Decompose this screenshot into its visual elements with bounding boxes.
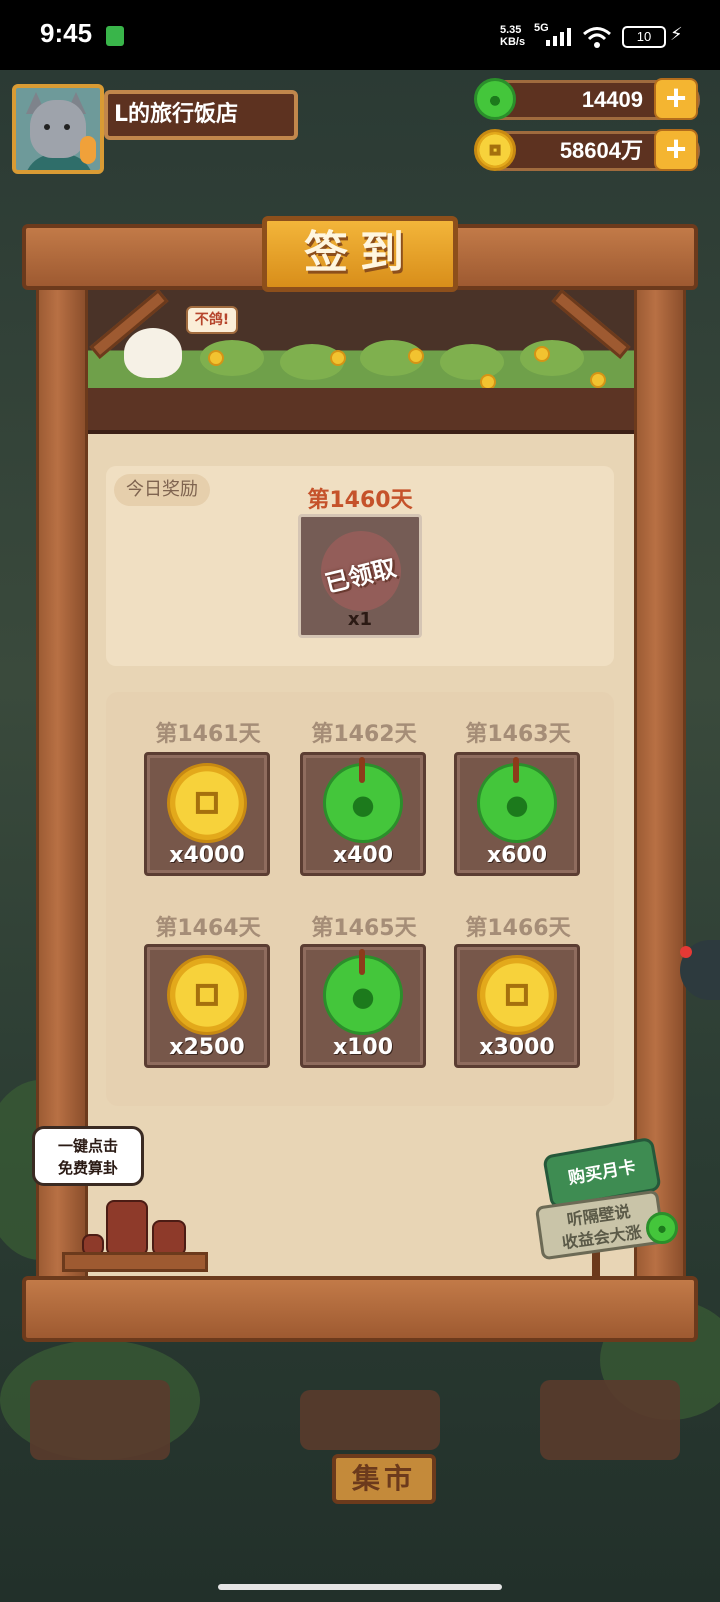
- today-day-label: 第1460天: [307, 488, 413, 513]
- garden-flower: [590, 372, 606, 388]
- charging-icon: ⚡: [670, 24, 683, 45]
- fortune-jar: [152, 1220, 186, 1256]
- avatar-carrot: [80, 136, 96, 164]
- garden-base: [88, 388, 634, 434]
- gold-coin-icon: [167, 763, 247, 843]
- net-speed: 5.35 KB/s: [500, 24, 525, 48]
- net-speed-unit: KB/s: [500, 36, 526, 48]
- market-button[interactable]: 集市: [332, 1454, 436, 1504]
- chick-mascot: [124, 328, 182, 378]
- market-stall: [540, 1380, 680, 1460]
- monthly-card-button[interactable]: 购买月卡 听隔壁说 收益会大涨: [534, 1136, 696, 1280]
- avatar-face: [30, 100, 86, 158]
- reward-qty: x600: [486, 843, 548, 868]
- garden-flower: [330, 350, 346, 366]
- net-speed-value: 5.35: [500, 24, 522, 36]
- reward-tile: x3000: [454, 944, 580, 1068]
- home-indicator[interactable]: [218, 1584, 502, 1590]
- gold-coin-icon: [474, 129, 516, 171]
- day-label: 第1463天: [465, 722, 571, 747]
- fortune-button[interactable]: 一键点击 免费算卦: [32, 1126, 208, 1276]
- signin-title: 签到: [262, 216, 458, 292]
- app-notification-icon: [106, 26, 124, 46]
- day-label: 第1466天: [465, 916, 571, 941]
- reward-tile: x400: [300, 752, 426, 876]
- garden-shrub: [520, 340, 584, 376]
- reward-tile: x100: [300, 944, 426, 1068]
- player-avatar[interactable]: [12, 84, 104, 174]
- notification-dot: [680, 946, 692, 958]
- reward-qty: x4000: [169, 843, 245, 868]
- signal-icon: [546, 28, 571, 46]
- jade-icon: [474, 78, 516, 120]
- reward-qty: x100: [332, 1035, 394, 1060]
- board-bottom-beam: [22, 1276, 698, 1342]
- garden-shrub: [440, 344, 504, 380]
- reward-tile: x2500: [144, 944, 270, 1068]
- gold-coin-icon: [477, 955, 557, 1035]
- reward-tile: x600: [454, 752, 580, 876]
- garden-flower: [408, 348, 424, 364]
- garden-flower: [534, 346, 550, 362]
- status-bar: 9:45 5.35 KB/s 5G 10 ⚡: [0, 0, 720, 70]
- jade-string: [513, 757, 519, 783]
- jade-icon: [646, 1212, 678, 1244]
- garden-flower: [208, 350, 224, 366]
- avatar-eye: [44, 124, 50, 130]
- day-label: 第1465天: [311, 916, 417, 941]
- market-stall: [30, 1380, 170, 1460]
- chick-speech-bubble: 不鸽!: [186, 306, 238, 334]
- day-label: 第1461天: [155, 722, 261, 747]
- today-reward-label: 今日奖励: [114, 474, 210, 506]
- shop-name: L的旅行饭店: [104, 90, 298, 140]
- fortune-shelf: [62, 1252, 208, 1272]
- fortune-bubble: 一键点击 免费算卦: [32, 1126, 144, 1186]
- fortune-line1: 一键点击: [57, 1137, 118, 1155]
- day-label: 第1462天: [311, 722, 417, 747]
- reward-qty: x2500: [169, 1035, 245, 1060]
- status-time: 9:45: [40, 18, 93, 48]
- jade-string: [359, 949, 365, 975]
- market-stall: [300, 1390, 440, 1450]
- wifi-icon: [583, 27, 611, 48]
- gold-coin-icon: [167, 955, 247, 1035]
- reward-qty: x400: [332, 843, 394, 868]
- add-gold-button[interactable]: +: [654, 129, 698, 171]
- avatar-eye: [64, 124, 70, 130]
- reward-qty: x3000: [479, 1035, 555, 1060]
- fortune-jar: [106, 1200, 148, 1256]
- reward-tile: x4000: [144, 752, 270, 876]
- fortune-line2: 免费算卦: [57, 1159, 118, 1177]
- day-label: 第1464天: [155, 916, 261, 941]
- today-reward-qty: x1: [347, 609, 373, 630]
- add-jade-button[interactable]: +: [654, 78, 698, 120]
- jade-string: [359, 757, 365, 783]
- battery-icon: 10: [622, 26, 666, 48]
